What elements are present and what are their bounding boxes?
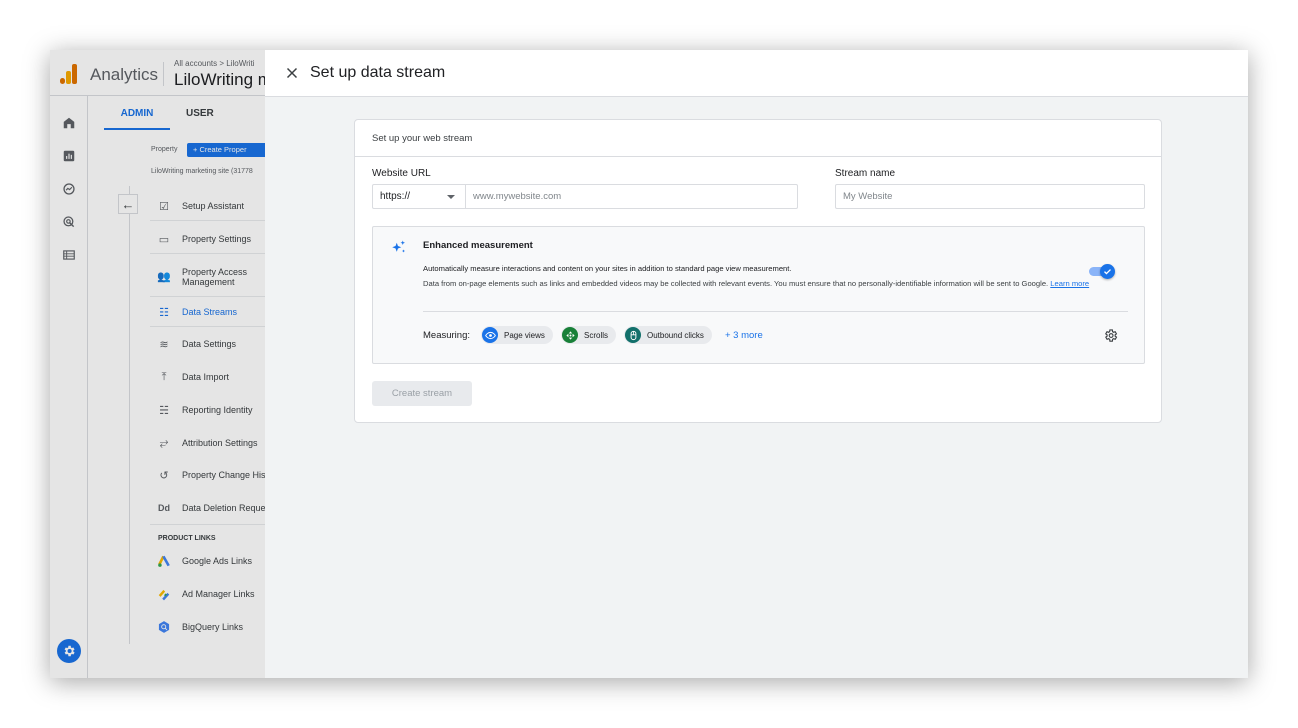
chip-outbound-clicks[interactable]: Outbound clicks [624,326,712,344]
website-url-group: https:// [372,184,798,209]
enhanced-measurement-disclaimer: Data from on-page elements such as links… [423,277,1093,291]
web-stream-card: Set up your web stream Website URL https… [354,119,1162,423]
chip-scrolls[interactable]: Scrolls [561,326,617,344]
chip-label: Outbound clicks [647,330,704,340]
eye-icon [482,327,498,343]
more-measurements-link[interactable]: + 3 more [725,330,763,341]
panel-title: Set up data stream [310,64,446,81]
close-icon[interactable] [285,66,299,80]
website-url-input[interactable] [466,185,797,208]
sparkle-icon [390,239,408,257]
card-header: Set up your web stream [355,120,1161,157]
chip-page-views[interactable]: Page views [481,326,553,344]
disclaimer-text: Data from on-page elements such as links… [423,279,1049,288]
chip-label: Page views [504,330,545,340]
enhanced-measurement-toggle[interactable] [1089,264,1115,279]
website-url-label: Website URL [372,168,431,179]
chevron-down-icon [447,195,455,199]
enhanced-measurement-title: Enhanced measurement [423,240,533,251]
card-heading: Set up your web stream [372,133,473,144]
browser-frame: Analytics All accounts > LiloWriti LiloW… [50,50,1248,678]
create-stream-button[interactable]: Create stream [372,381,472,406]
enhanced-measurement-description: Automatically measure interactions and c… [423,264,792,273]
stream-name-label: Stream name [835,168,896,179]
measuring-label: Measuring: [423,330,470,341]
check-icon [1100,264,1115,279]
learn-more-link[interactable]: Learn more [1050,279,1089,288]
gear-icon[interactable] [1103,328,1118,343]
backdrop-scrim [50,50,265,678]
divider [423,311,1128,312]
mouse-icon [625,327,641,343]
setup-data-stream-panel: Set up data stream Set up your web strea… [265,50,1248,678]
enhanced-measurement-box: Enhanced measurement Automatically measu… [372,226,1145,364]
protocol-value: https:// [380,191,411,202]
panel-header: Set up data stream [265,50,1248,97]
chip-label: Scrolls [584,330,609,340]
stream-name-input[interactable] [835,184,1145,209]
protocol-select[interactable]: https:// [373,185,466,208]
scroll-icon [562,327,578,343]
